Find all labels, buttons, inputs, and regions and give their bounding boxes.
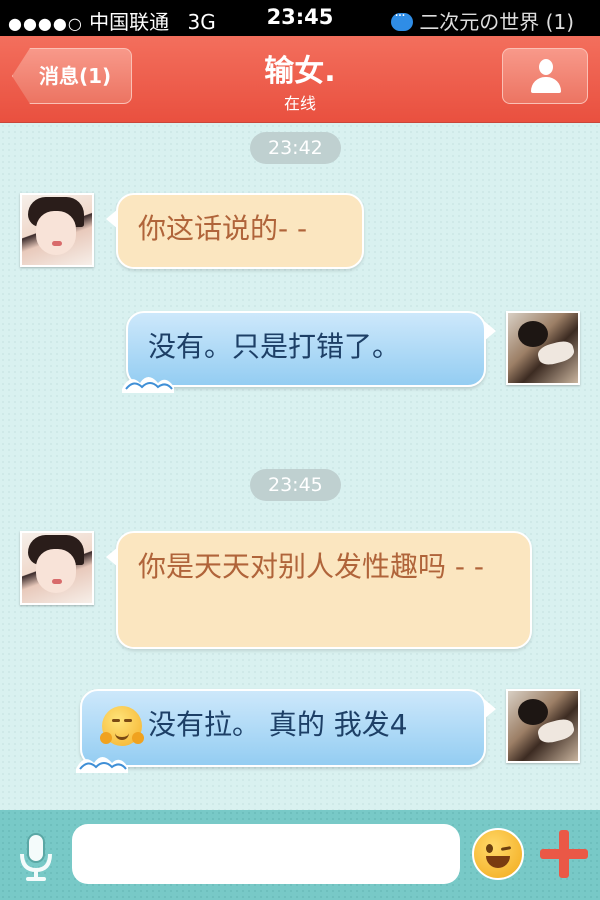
wave-decoration-icon <box>76 757 128 773</box>
incoming-message[interactable]: 你是天天对别人发性趣吗 - - <box>106 531 532 649</box>
chat-bubble-icon <box>391 8 414 31</box>
notification-label: 二次元の世界 (1) <box>419 10 574 34</box>
wave-decoration-icon <box>122 377 174 393</box>
timestamp: 23:42 <box>250 132 341 164</box>
profile-button[interactable] <box>502 48 588 104</box>
timestamp: 23:45 <box>250 469 341 501</box>
message-text: 你这话说的- - <box>138 212 308 245</box>
message-text: 没有。只是打错了。 <box>148 330 401 363</box>
person-icon <box>531 59 561 93</box>
add-button[interactable] <box>540 830 588 878</box>
input-bar <box>0 810 600 900</box>
message-text: 没有拉。 真的 我发4 <box>148 708 408 741</box>
outgoing-message[interactable]: 没有拉。 真的 我发4 <box>76 689 496 773</box>
nav-bar: 消息(1) 输女. 在线 <box>0 36 600 123</box>
user-avatar[interactable] <box>506 689 580 763</box>
status-notification[interactable]: 二次元の世界 (1) <box>391 6 574 35</box>
contact-avatar[interactable] <box>20 531 94 605</box>
message-text: 你是天天对别人发性趣吗 - - <box>138 550 485 583</box>
microphone-icon[interactable] <box>18 832 54 884</box>
message-input[interactable] <box>72 824 460 884</box>
blushing-face-icon <box>100 706 144 746</box>
user-avatar[interactable] <box>506 311 580 385</box>
incoming-message[interactable]: 你这话说的- - <box>106 193 364 269</box>
contact-avatar[interactable] <box>20 193 94 267</box>
outgoing-message[interactable]: 没有。只是打错了。 <box>122 311 496 393</box>
chat-area[interactable]: 23:42 你这话说的- - 没有。只是打错了。 23:45 你是天天对别人发性… <box>0 123 600 810</box>
emoji-button[interactable] <box>472 828 524 880</box>
status-bar: ●●●●○ 中国联通 3G 23:45 二次元の世界 (1) <box>0 0 600 36</box>
